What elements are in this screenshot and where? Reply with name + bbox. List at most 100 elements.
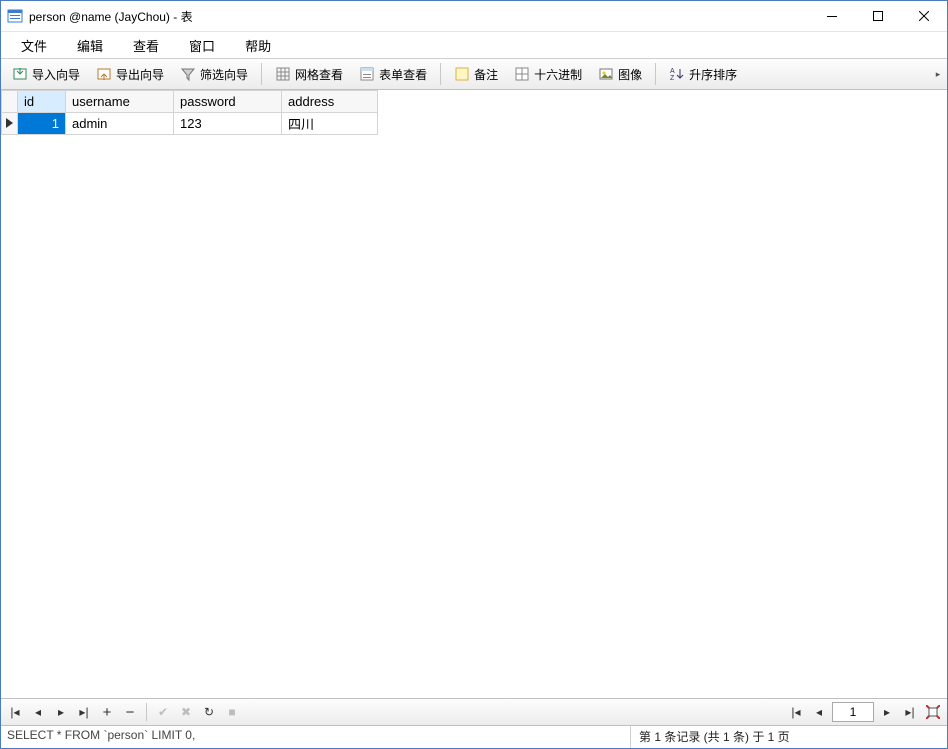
import-wizard-label: 导入向导 [32,66,80,83]
stop-icon: ■ [228,705,235,719]
next-icon: ▸ [58,705,64,719]
prev-icon: ◂ [35,705,41,719]
nav-stop-button[interactable]: ■ [222,702,242,722]
cell-username[interactable]: admin [66,113,174,135]
chevron-right-icon: ▸ [936,69,941,80]
header-row: id username password address [2,91,378,113]
menubar: 文件 编辑 查看 窗口 帮助 [1,32,947,58]
sort-asc-button[interactable]: AZ 升序排序 [662,63,744,86]
hex-button[interactable]: 十六进制 [507,63,589,86]
page-first-icon: |◂ [791,705,800,719]
nav-last-button[interactable]: ▸| [74,702,94,722]
status-sql: SELECT * FROM `person` LIMIT 0, [1,726,631,748]
hex-icon [514,66,530,82]
window-title: person @name (JayChou) - 表 [29,8,193,25]
row-indicator[interactable] [2,113,18,135]
nav-separator [146,703,147,721]
minimize-button[interactable] [809,1,855,31]
menu-window[interactable]: 窗口 [175,32,229,59]
minus-icon: − [126,704,135,721]
cross-icon: ✖ [181,705,191,719]
hex-label: 十六进制 [534,66,582,83]
close-icon [919,11,929,21]
menu-help[interactable]: 帮助 [231,32,285,59]
maximize-icon [873,11,883,21]
row-header-corner[interactable] [2,91,18,113]
nav-first-button[interactable]: |◂ [5,702,25,722]
nav-apply-button[interactable]: ✔ [153,702,173,722]
sort-asc-icon: AZ [669,66,685,82]
import-wizard-button[interactable]: 导入向导 [5,63,87,86]
svg-text:A: A [670,68,675,75]
settings-icon [926,705,940,719]
record-navbar: |◂ ◂ ▸ ▸| + − ✔ ✖ ↻ ■ |◂ ◂ 1 ▸ ▸| [1,698,947,725]
nav-prev-button[interactable]: ◂ [28,702,48,722]
maximize-button[interactable] [855,1,901,31]
column-header-password[interactable]: password [174,91,282,113]
first-icon: |◂ [10,705,19,719]
export-icon [96,66,112,82]
toolbar-overflow-button[interactable]: ▸ [933,69,943,80]
toolbar-separator [655,63,656,85]
nav-delete-button[interactable]: − [120,702,140,722]
data-grid[interactable]: id username password address 1 admin 123… [1,90,947,698]
table-row[interactable]: 1 admin 123 四川 [2,113,378,135]
nav-cancel-button[interactable]: ✖ [176,702,196,722]
grid-view-button[interactable]: 网格查看 [268,63,350,86]
page-next-icon: ▸ [884,705,890,719]
toolbar-separator [261,63,262,85]
column-header-address[interactable]: address [282,91,378,113]
titlebar: person @name (JayChou) - 表 [1,1,947,32]
grid-icon [275,66,291,82]
nav-add-button[interactable]: + [97,702,117,722]
menu-view[interactable]: 查看 [119,32,173,59]
column-header-username[interactable]: username [66,91,174,113]
filter-wizard-button[interactable]: 筛选向导 [173,63,255,86]
nav-next-button[interactable]: ▸ [51,702,71,722]
page-next-button[interactable]: ▸ [877,702,897,722]
toolbar: 导入向导 导出向导 筛选向导 网格查看 表单查看 备注 十六进制 [1,58,947,90]
page-first-button[interactable]: |◂ [786,702,806,722]
page-last-button[interactable]: ▸| [900,702,920,722]
current-row-pointer-icon [6,118,13,128]
menu-edit[interactable]: 编辑 [63,32,117,59]
column-header-id[interactable]: id [18,91,66,113]
nav-refresh-button[interactable]: ↻ [199,702,219,722]
minimize-icon [827,11,837,21]
toolbar-separator [440,63,441,85]
image-icon [598,66,614,82]
cell-id[interactable]: 1 [18,113,66,135]
import-icon [12,66,28,82]
image-button[interactable]: 图像 [591,63,649,86]
sort-asc-label: 升序排序 [689,66,737,83]
image-label: 图像 [618,66,642,83]
export-wizard-button[interactable]: 导出向导 [89,63,171,86]
export-wizard-label: 导出向导 [116,66,164,83]
form-icon [359,66,375,82]
svg-text:Z: Z [670,75,675,82]
page-prev-icon: ◂ [816,705,822,719]
page-number-input[interactable]: 1 [832,702,874,722]
remarks-label: 备注 [474,66,498,83]
cell-password[interactable]: 123 [174,113,282,135]
last-icon: ▸| [79,705,88,719]
app-icon [7,8,23,24]
menu-file[interactable]: 文件 [7,32,61,59]
form-view-button[interactable]: 表单查看 [352,63,434,86]
plus-icon: + [103,704,112,721]
close-button[interactable] [901,1,947,31]
remarks-button[interactable]: 备注 [447,63,505,86]
cell-address[interactable]: 四川 [282,113,378,135]
check-icon: ✔ [158,705,168,719]
grid-view-label: 网格查看 [295,66,343,83]
page-prev-button[interactable]: ◂ [809,702,829,722]
filter-icon [180,66,196,82]
status-record-info: 第 1 条记录 (共 1 条) 于 1 页 [631,726,947,748]
statusbar: SELECT * FROM `person` LIMIT 0, 第 1 条记录 … [1,725,947,748]
page-settings-button[interactable] [923,702,943,722]
app-window: person @name (JayChou) - 表 文件 编辑 查看 窗口 帮… [0,0,948,749]
refresh-icon: ↻ [204,705,214,719]
page-last-icon: ▸| [905,705,914,719]
form-view-label: 表单查看 [379,66,427,83]
note-icon [454,66,470,82]
